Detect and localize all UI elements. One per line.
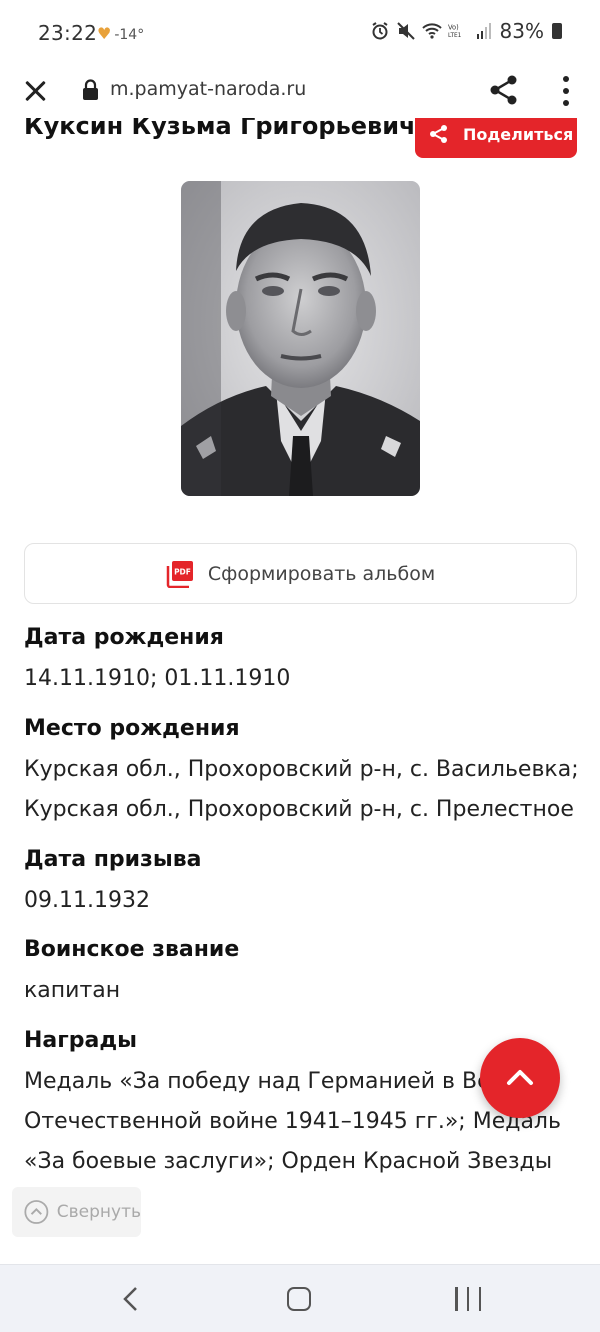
svg-text:LTE1: LTE1 [448, 33, 462, 39]
lock-icon [83, 79, 98, 100]
page-content: Куксин Кузьма Григорьевич Поделиться PDF… [0, 118, 600, 1264]
status-temperature: -14° [114, 27, 145, 43]
create-album-button[interactable]: PDF Сформировать альбом [24, 543, 577, 604]
field-label: Дата призыва [24, 847, 202, 872]
field-label: Место рождения [24, 716, 240, 741]
svg-text:PDF: PDF [174, 567, 191, 576]
signal-icon [476, 23, 491, 39]
field-value-line: Курская обл., Прохоровский р-н, с. Преле… [24, 797, 574, 822]
field-label: Дата рождения [24, 625, 224, 650]
collapse-label: Свернуть [56, 1202, 141, 1222]
recent-apps-icon[interactable] [455, 1287, 481, 1311]
chevron-up-circle-icon [24, 1200, 49, 1224]
menu-dot-icon [563, 88, 569, 94]
browser-toolbar: m.pamyat-naroda.ru [0, 66, 600, 118]
share-icon [430, 125, 447, 143]
scroll-to-top-button[interactable] [480, 1038, 560, 1118]
battery-icon [552, 23, 562, 39]
more-menu-button[interactable] [556, 76, 576, 106]
portrait-image [181, 181, 420, 496]
status-icons: Vo) LTE1 83% [370, 19, 562, 43]
page-title: Куксин Кузьма Григорьевич [24, 118, 416, 140]
back-icon[interactable] [118, 1285, 144, 1313]
menu-dot-icon [563, 100, 569, 106]
share-icon[interactable] [488, 74, 520, 106]
field-value: 09.11.1932 [24, 888, 150, 913]
pdf-icon: PDF [166, 560, 193, 588]
home-icon[interactable] [287, 1287, 311, 1311]
field-value: Курская обл., Прохоровский р-н, с. Васил… [24, 750, 584, 830]
weather-icon: ♥ [97, 24, 112, 43]
field-birth-place: Место рождения Курская обл., Прохоровски… [24, 714, 584, 830]
field-value: 14.11.1910; 01.11.1910 [24, 666, 291, 691]
field-military-rank: Воинское звание капитан [24, 935, 584, 1011]
system-navigation-bar [0, 1264, 600, 1332]
wifi-icon [421, 23, 442, 39]
create-album-label: Сформировать альбом [207, 562, 436, 585]
field-draft-date: Дата призыва 09.11.1932 [24, 845, 584, 921]
collapse-button[interactable]: Свернуть [12, 1187, 141, 1237]
field-value-line: «За боевые заслуги»; Орден Красной Звезд… [24, 1149, 553, 1174]
share-page-label: Поделиться [463, 124, 574, 144]
url-text[interactable]: m.pamyat-naroda.ru [110, 78, 306, 100]
battery-percent: 83% [499, 19, 544, 43]
field-label: Воинское звание [24, 937, 240, 962]
chevron-up-icon [507, 1070, 533, 1085]
status-bar: 23:22 ♥ -14° Vo) LTE1 83% [0, 0, 600, 66]
share-page-button[interactable]: Поделиться [415, 118, 577, 158]
field-birth-date: Дата рождения 14.11.1910; 01.11.1910 [24, 623, 584, 699]
volte-icon: Vo) LTE1 [448, 23, 462, 39]
status-weather: ♥ -14° [97, 24, 144, 43]
portrait-photo[interactable] [181, 181, 420, 496]
status-time: 23:22 [38, 21, 98, 45]
field-value-line: Курская обл., Прохоровский р-н, с. Васил… [24, 757, 579, 782]
alarm-icon [371, 22, 388, 40]
field-value: капитан [24, 978, 121, 1003]
menu-dot-icon [563, 76, 569, 82]
mute-icon [396, 22, 415, 40]
svg-text:Vo): Vo) [448, 23, 459, 31]
close-tab-button[interactable] [22, 78, 48, 104]
